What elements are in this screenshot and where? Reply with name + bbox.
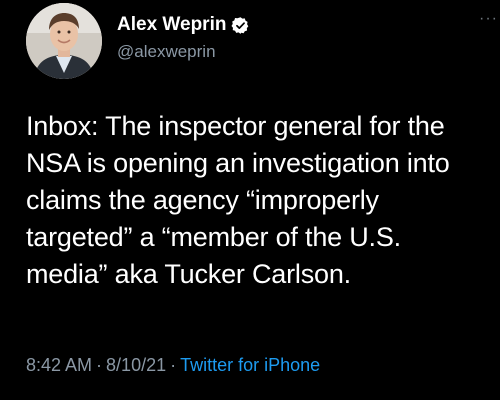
tweet-metadata: 8:42 AM · 8/10/21 · Twitter for iPhone bbox=[26, 355, 320, 376]
tweet-date[interactable]: 8/10/21 bbox=[106, 355, 166, 375]
meta-separator: · bbox=[96, 355, 103, 375]
more-options-icon[interactable]: ··· bbox=[479, 11, 499, 27]
author-display-name[interactable]: Alex Weprin bbox=[117, 14, 226, 36]
author-avatar[interactable] bbox=[26, 3, 102, 79]
author-name-row[interactable]: Alex Weprin bbox=[117, 14, 250, 36]
tweet-card: Alex Weprin @alexweprin ··· Inbox: The i… bbox=[0, 0, 500, 400]
verified-badge-icon bbox=[231, 16, 250, 35]
meta-separator: · bbox=[170, 355, 177, 375]
tweet-text: Inbox: The inspector general for the NSA… bbox=[26, 111, 450, 289]
author-handle[interactable]: @alexweprin bbox=[117, 42, 216, 62]
tweet-time[interactable]: 8:42 AM bbox=[26, 355, 92, 375]
tweet-source-link[interactable]: Twitter for iPhone bbox=[180, 355, 320, 375]
